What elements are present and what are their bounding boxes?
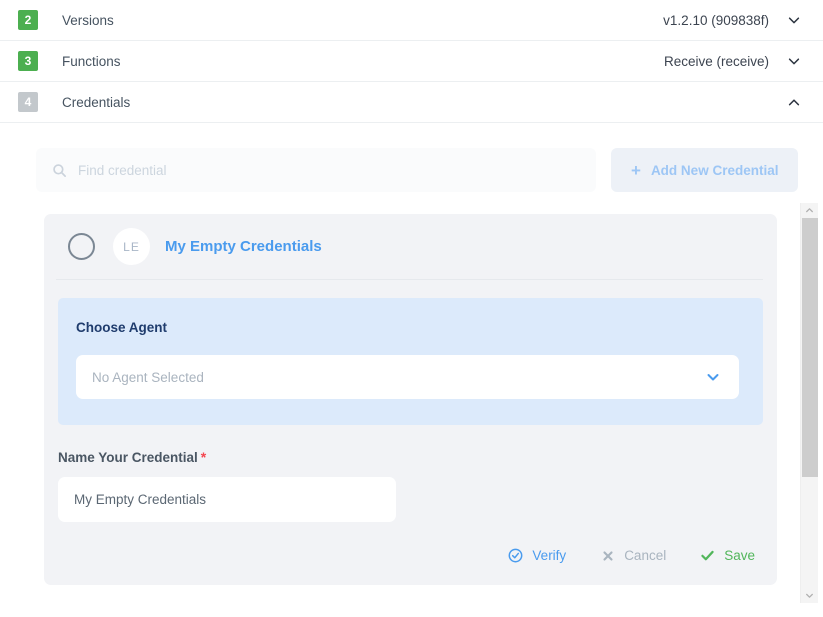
scrollbar-track[interactable] bbox=[801, 218, 818, 588]
choose-agent-label: Choose Agent bbox=[76, 320, 167, 335]
choose-agent-panel: Choose Agent No Agent Selected bbox=[58, 298, 763, 425]
credential-list: LE My Empty Credentials Choose Agent No … bbox=[0, 192, 823, 585]
agent-select[interactable]: No Agent Selected bbox=[76, 355, 739, 399]
chevron-down-icon[interactable] bbox=[705, 369, 721, 385]
add-new-credential-label: Add New Credential bbox=[650, 162, 779, 178]
credential-radio-button[interactable] bbox=[68, 233, 95, 260]
close-x-icon bbox=[600, 548, 615, 563]
accordion-value-versions: v1.2.10 (909838f) bbox=[663, 12, 769, 28]
check-circle-icon bbox=[508, 548, 523, 563]
accordion-label-versions: Versions bbox=[62, 12, 114, 28]
search-credential-box[interactable] bbox=[36, 148, 596, 192]
chevron-down-icon[interactable] bbox=[787, 54, 801, 68]
name-credential-label: Name Your Credential * bbox=[58, 449, 763, 465]
search-input[interactable] bbox=[78, 162, 580, 178]
step-badge-2: 2 bbox=[18, 10, 38, 30]
required-marker: * bbox=[200, 449, 207, 465]
scroll-up-button[interactable] bbox=[801, 203, 818, 218]
check-icon bbox=[700, 548, 715, 563]
accordion-label-credentials: Credentials bbox=[62, 94, 131, 110]
name-credential-field-group: Name Your Credential * bbox=[44, 425, 777, 522]
accordion-value-functions: Receive (receive) bbox=[663, 53, 769, 69]
accordion: 2 Versions v1.2.10 (909838f) 3 Functions… bbox=[0, 0, 823, 123]
search-icon bbox=[52, 163, 67, 178]
save-button[interactable]: Save bbox=[700, 548, 755, 563]
cancel-button[interactable]: Cancel bbox=[600, 548, 666, 563]
agent-select-value: No Agent Selected bbox=[92, 369, 204, 385]
credentials-panel: + Add New Credential LE My Empty Credent… bbox=[0, 123, 823, 585]
credential-card-body: Choose Agent No Agent Selected bbox=[44, 280, 777, 425]
credentials-toolbar: + Add New Credential bbox=[0, 123, 823, 192]
accordion-label-functions: Functions bbox=[62, 53, 121, 69]
chevron-up-icon[interactable] bbox=[787, 95, 801, 109]
cancel-label: Cancel bbox=[624, 548, 667, 563]
step-badge-4: 4 bbox=[18, 92, 38, 112]
verify-button[interactable]: Verify bbox=[508, 548, 566, 563]
credential-card: LE My Empty Credentials Choose Agent No … bbox=[44, 214, 777, 585]
credential-card-header: LE My Empty Credentials bbox=[56, 214, 763, 280]
avatar-initials: LE bbox=[123, 239, 140, 254]
save-label: Save bbox=[724, 548, 755, 563]
accordion-row-credentials[interactable]: 4 Credentials bbox=[0, 82, 823, 123]
avatar: LE bbox=[113, 228, 150, 265]
plus-icon: + bbox=[631, 160, 641, 180]
scroll-down-button[interactable] bbox=[801, 588, 818, 603]
accordion-row-versions[interactable]: 2 Versions v1.2.10 (909838f) bbox=[0, 0, 823, 41]
name-credential-input[interactable] bbox=[58, 477, 396, 522]
chevron-down-icon[interactable] bbox=[787, 13, 801, 27]
step-badge-3: 3 bbox=[18, 51, 38, 71]
add-new-credential-button[interactable]: + Add New Credential bbox=[611, 148, 799, 192]
vertical-scrollbar[interactable] bbox=[800, 203, 818, 603]
name-credential-label-text: Name Your Credential bbox=[58, 450, 198, 465]
scrollbar-thumb[interactable] bbox=[802, 218, 818, 477]
credential-card-actions: Verify Cancel Save bbox=[44, 522, 777, 585]
credential-title[interactable]: My Empty Credentials bbox=[165, 238, 322, 255]
accordion-row-functions[interactable]: 3 Functions Receive (receive) bbox=[0, 41, 823, 82]
verify-label: Verify bbox=[532, 548, 567, 563]
